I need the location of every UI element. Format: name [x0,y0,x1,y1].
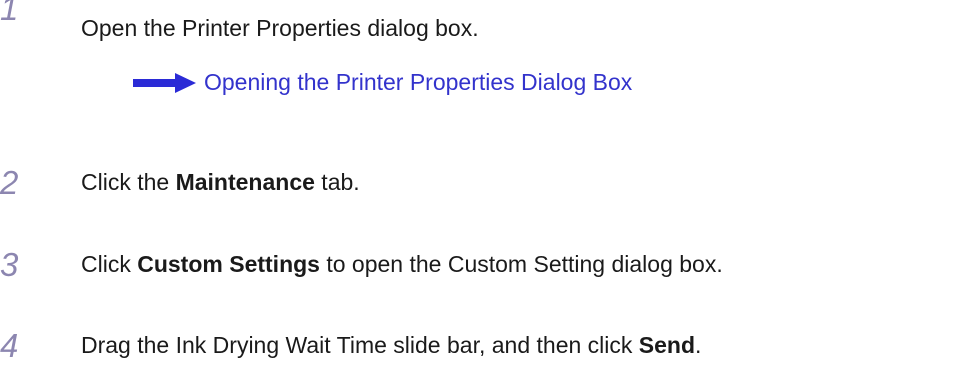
step-2-prefix: Click the [81,169,176,195]
step-4-bold: Send [638,332,696,358]
step-1-text: Open the Printer Properties dialog box. [81,15,479,41]
step-2-suffix: tab. [314,169,360,195]
step-number-3: 3 [0,246,19,283]
step-number-4: 4 [0,327,19,364]
step-2-bold: Maintenance [175,169,315,195]
step-3-bold: Custom Settings [137,251,320,277]
right-arrow-icon [133,72,196,93]
step-4-text: Drag the Ink Drying Wait Time slide bar,… [81,334,701,357]
step-number-1: 1 [0,0,19,27]
cross-reference-link[interactable]: Opening the Printer Properties Dialog Bo… [131,71,632,94]
step-3-text: Click Custom Settings to open the Custom… [81,253,723,276]
step-3-prefix: Click [81,251,138,277]
step-4-prefix: Drag the Ink Drying Wait Time slide bar,… [81,332,639,358]
opening-printer-properties-link[interactable]: Opening the Printer Properties Dialog Bo… [204,71,632,94]
step-3-suffix: to open the Custom Setting dialog box. [319,251,723,277]
step-number-2: 2 [0,164,19,201]
step-2-text: Click the Maintenance tab. [81,171,360,194]
step-4-suffix: . [695,332,702,358]
